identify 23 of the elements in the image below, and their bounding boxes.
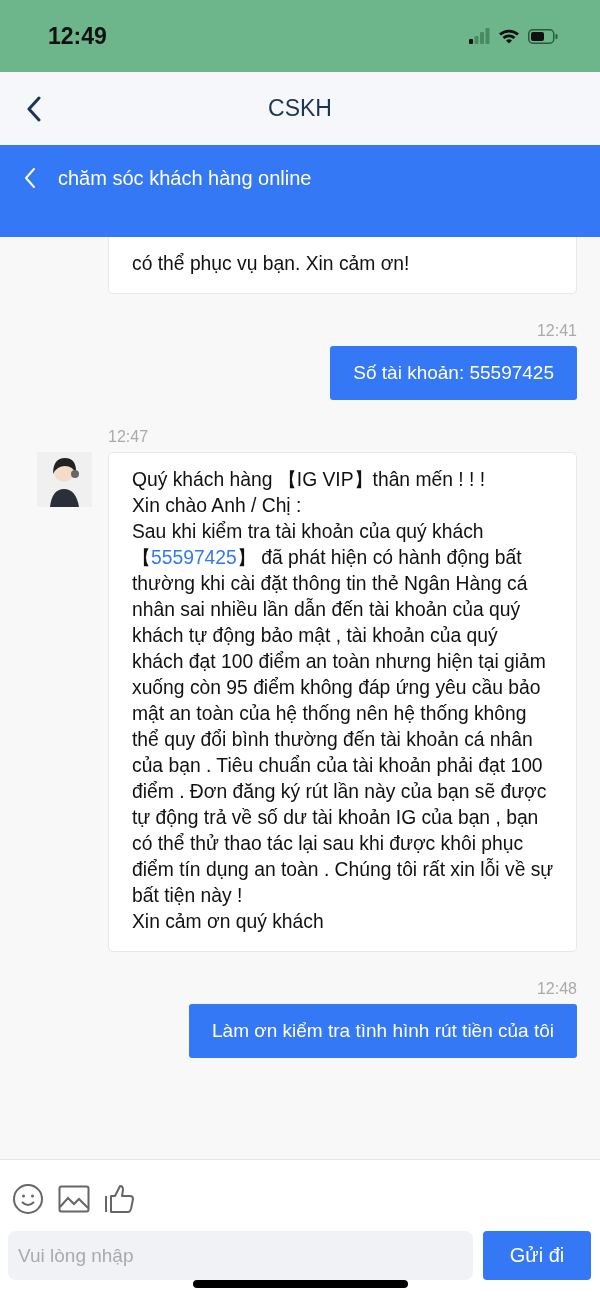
emoji-icon[interactable] (12, 1183, 44, 1215)
page-title: CSKH (268, 95, 332, 122)
wifi-icon (498, 28, 520, 44)
send-button[interactable]: Gửi đi (483, 1231, 591, 1280)
battery-icon (528, 28, 558, 44)
message-text: Xin chào Anh / Chị : (132, 494, 303, 518)
message-text: có thể phục vụ bạn. Xin cảm ơn! (132, 252, 411, 276)
banner-title: chăm sóc khách hàng online (58, 167, 312, 189)
sent-message: Số tài khoản: 55597425 (330, 346, 577, 400)
timestamp: 12:48 (536, 980, 577, 997)
thumbs-up-icon[interactable] (104, 1184, 136, 1214)
clock: 12:49 (48, 22, 107, 50)
message-input[interactable]: Vui lòng nhập (8, 1231, 473, 1280)
account-link[interactable]: 55597425 (151, 547, 237, 568)
signal-icon (469, 28, 490, 44)
message-text: Quý khách hàng 【IG VIP】thân mến ! ! ! (132, 468, 487, 492)
image-icon[interactable] (58, 1185, 90, 1213)
timestamp: 12:47 (108, 428, 149, 445)
timestamp: 12:41 (536, 322, 577, 339)
back-icon[interactable] (26, 95, 42, 122)
sent-message: Làm ơn kiểm tra tình hình rút tiền của tôi (189, 1004, 577, 1058)
message-text: Sau khi kiểm tra tài khoản của quý khách 【55597425】 đã phát hiện có hành động bất thường khi cài đặt thông tin thẻ Ngân Hàng cá nhân sai nhiều lần dẫn đến tài khoản của quý khách tự động bảo mật , tài khoản của quý khách đạt 100 điểm an toàn nhưng hiện tại giảm xuống còn 95 điểm không đáp ứng yêu cầu bảo mật an toàn của hệ thống nên hệ thống không thể quy đổi bình thường đến tài khoản cá nhân của bạn . Tiêu chuẩn của tài khoản phải đạt 100 điểm . Đơn đăng ký rút lần này của bạn sẽ được tự động trả về số dư tài khoản IG của bạn , bạn có thể thử thao tác lại sau khi được khôi phục điểm tín dụng an toàn . Chúng tôi rất xin lỗi về sự bất tiện này ! (132, 520, 554, 908)
message-text: Xin cảm ơn quý khách (132, 910, 325, 934)
